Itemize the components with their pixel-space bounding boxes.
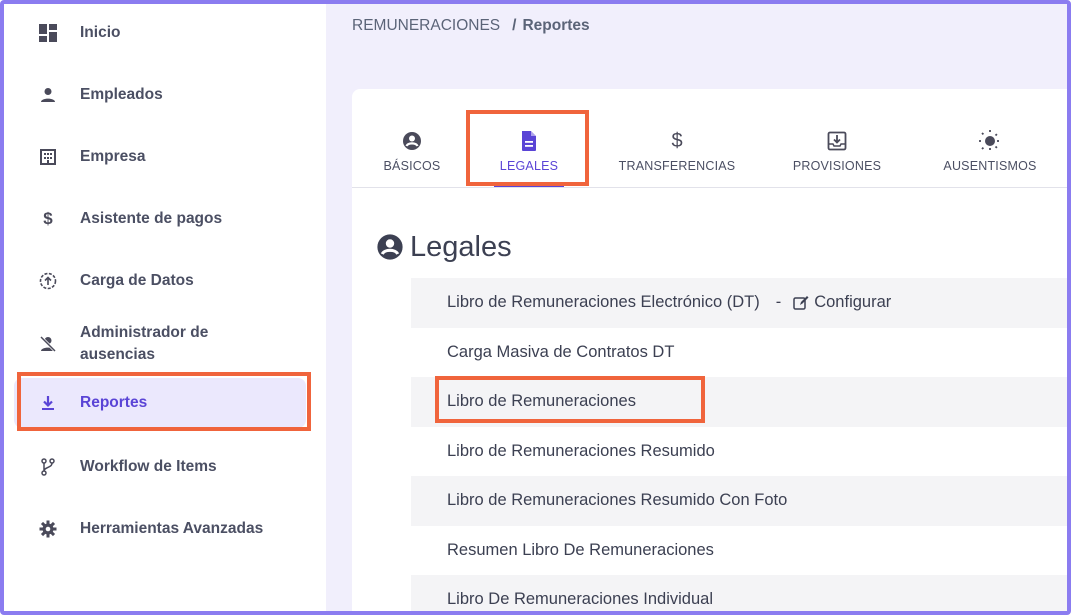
- report-tabs: BÁSICOS LEGALES $ TRANSFERENCIAS PROVISI…: [352, 89, 1067, 188]
- sidebar-item-label: Asistente de pagos: [80, 210, 223, 227]
- tab-provisiones[interactable]: PROVISIONES: [792, 127, 882, 185]
- app-frame: Inicio Empleados Empresa $ Asistente de …: [0, 0, 1071, 615]
- sidebar-item-label: Carga de Datos: [80, 272, 194, 289]
- tab-transferencias[interactable]: $ TRANSFERENCIAS: [618, 127, 736, 185]
- sidebar-item-label: Empresa: [80, 148, 146, 165]
- reports-list: Libro de Remuneraciones Electrónico (DT)…: [411, 278, 1067, 611]
- section-title-text: Legales: [410, 231, 512, 263]
- account-circle-icon: [376, 233, 406, 263]
- person-icon: [36, 83, 60, 107]
- dollar-icon: $: [671, 129, 683, 152]
- sidebar-item-label: Inicio: [80, 24, 121, 41]
- main-area: REMUNERACIONES / Reportes BÁSICOS LEGALES: [326, 4, 1067, 611]
- report-label: Carga Masiva de Contratos DT: [447, 342, 675, 361]
- sidebar-item-label: Administrador de ausencias: [80, 324, 209, 363]
- sidebar-item-label: Herramientas Avanzadas: [80, 520, 264, 537]
- breadcrumb-parent[interactable]: REMUNERACIONES: [352, 17, 500, 34]
- report-item-resumen-libro[interactable]: Resumen Libro De Remuneraciones: [411, 526, 1067, 576]
- dashboard-icon: [36, 21, 60, 45]
- sidebar-item-inicio[interactable]: Inicio: [14, 8, 306, 58]
- sidebar-item-label: Workflow de Items: [80, 458, 217, 475]
- reports-card: BÁSICOS LEGALES $ TRANSFERENCIAS PROVISI…: [352, 89, 1067, 611]
- highlight-box-tab: [466, 110, 589, 186]
- breadcrumb: REMUNERACIONES / Reportes: [352, 17, 590, 35]
- account-circle-icon: [378, 127, 446, 155]
- sidebar-item-ausencias[interactable]: Administrador de ausencias: [14, 316, 306, 372]
- tab-label: AUSENTISMOS: [943, 159, 1037, 173]
- sidebar: Inicio Empleados Empresa $ Asistente de …: [4, 4, 326, 611]
- tab-label: PROVISIONES: [792, 159, 882, 173]
- report-label: Libro de Remuneraciones Resumido: [447, 441, 715, 460]
- report-item-libro-resumido-foto[interactable]: Libro de Remuneraciones Resumido Con Fot…: [411, 476, 1067, 526]
- report-item-carga-contratos[interactable]: Carga Masiva de Contratos DT: [411, 328, 1067, 378]
- section-title: Legales: [376, 231, 512, 264]
- report-label: Libro de Remuneraciones Electrónico (DT): [447, 293, 760, 312]
- breadcrumb-separator: /: [512, 17, 517, 34]
- sidebar-item-workflow[interactable]: Workflow de Items: [14, 442, 306, 492]
- tab-basicos[interactable]: BÁSICOS: [378, 127, 446, 185]
- upload-circle-icon: [36, 269, 60, 293]
- building-icon: [36, 145, 60, 169]
- sidebar-item-asistente-pagos[interactable]: $ Asistente de pagos: [14, 194, 306, 244]
- tab-ausentismos[interactable]: AUSENTISMOS: [940, 127, 1040, 185]
- person-off-icon: [36, 332, 60, 356]
- report-item-libro-resumido[interactable]: Libro de Remuneraciones Resumido: [411, 427, 1067, 477]
- tab-label: BÁSICOS: [383, 159, 441, 173]
- tray-download-icon: [792, 127, 882, 155]
- sidebar-item-herramientas[interactable]: Herramientas Avanzadas: [14, 504, 306, 554]
- breadcrumb-current: Reportes: [522, 17, 590, 34]
- highlight-box-report: [435, 376, 705, 423]
- highlight-box-sidebar: [17, 372, 311, 431]
- sidebar-item-empleados[interactable]: Empleados: [14, 70, 306, 120]
- configure-link[interactable]: Configurar: [793, 293, 891, 312]
- sidebar-item-carga-datos[interactable]: Carga de Datos: [14, 256, 306, 306]
- gear-icon: [36, 517, 60, 541]
- dollar-icon: $: [43, 209, 53, 228]
- report-label: Libro De Remuneraciones Individual: [447, 590, 713, 609]
- report-separator: -: [775, 293, 782, 312]
- tab-label: TRANSFERENCIAS: [618, 159, 736, 173]
- sun-icon: [940, 127, 1040, 155]
- edit-icon: [793, 295, 809, 310]
- branch-icon: [36, 455, 60, 479]
- report-item-libro-individual[interactable]: Libro De Remuneraciones Individual: [411, 575, 1067, 611]
- sidebar-item-empresa[interactable]: Empresa: [14, 132, 306, 182]
- configure-label: Configurar: [814, 293, 892, 312]
- sidebar-item-label: Empleados: [80, 86, 163, 103]
- report-label: Resumen Libro De Remuneraciones: [447, 540, 714, 559]
- report-item-lre[interactable]: Libro de Remuneraciones Electrónico (DT)…: [411, 278, 1067, 328]
- report-label: Libro de Remuneraciones Resumido Con Fot…: [447, 491, 788, 510]
